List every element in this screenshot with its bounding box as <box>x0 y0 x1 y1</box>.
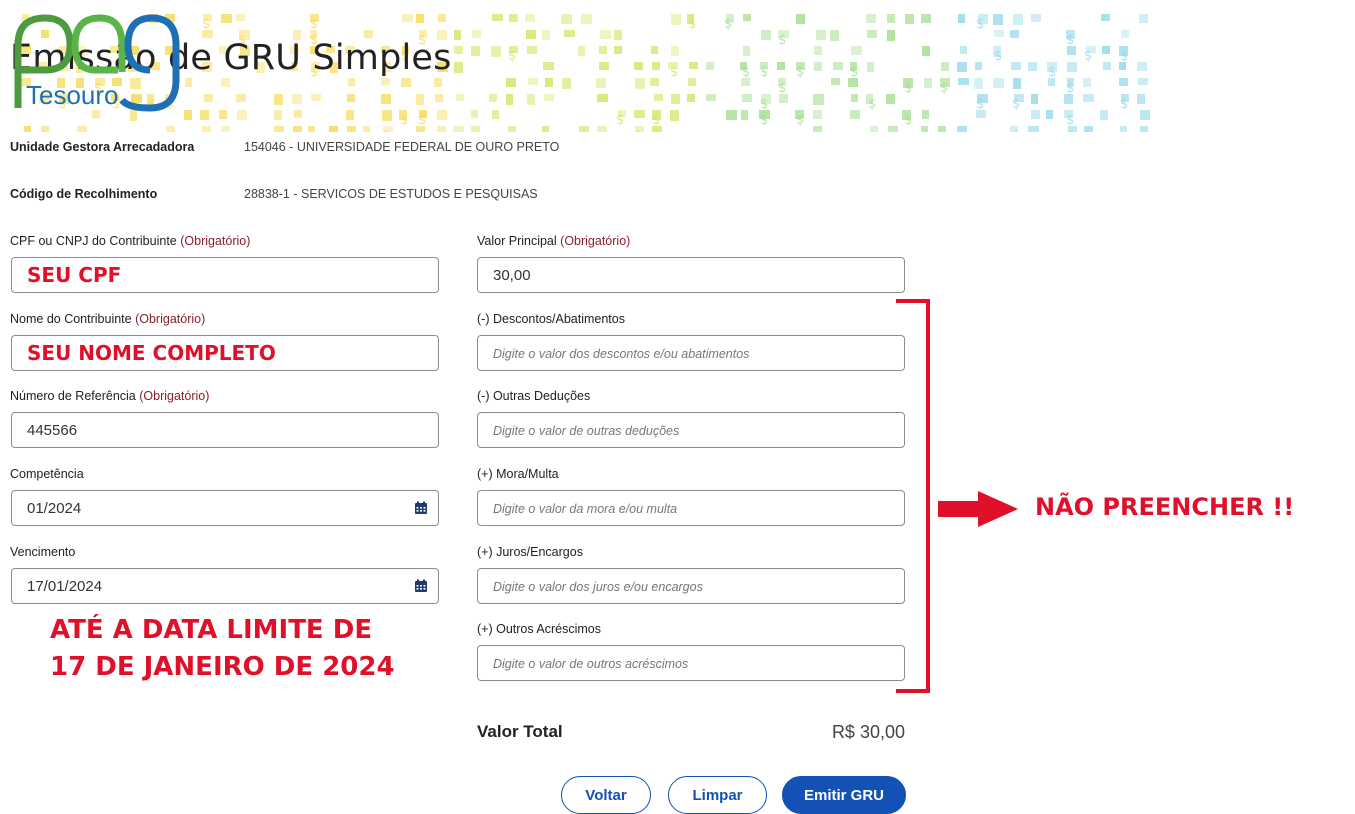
limpar-button[interactable]: Limpar <box>668 776 767 814</box>
total-value: R$ 30,00 <box>831 722 905 742</box>
header-banner: $ $ $ $ $ $ $ $ $ $ $ $ $ $ $ $ $ $ $ $ $ $ $ $ $ $ $ $ $ $ $ $ $ $ $ $ $ $ $ $… <box>0 0 1355 132</box>
cpf-label: CPF ou CNPJ do Contribuinte (Obrigatório… <box>10 234 251 248</box>
required-marker: (Obrigatório) <box>139 389 210 403</box>
svg-text:$: $ <box>364 129 372 132</box>
svg-text:$: $ <box>1084 129 1092 132</box>
info-value-codigo: 28838-1 - SERVICOS DE ESTUDOS E PESQUISA… <box>244 187 538 201</box>
acrescimos-input[interactable] <box>477 645 905 681</box>
descontos-label: (-) Descontos/Abatimentos <box>477 312 625 326</box>
svg-text:$: $ <box>40 129 48 132</box>
svg-text:$: $ <box>976 17 984 32</box>
mora-input[interactable] <box>477 490 905 526</box>
svg-text:$: $ <box>1084 49 1092 64</box>
calendar-icon[interactable] <box>414 579 428 593</box>
voltar-button[interactable]: Voltar <box>561 776 651 814</box>
juros-label: (+) Juros/Encargos <box>477 545 583 559</box>
svg-text:$: $ <box>724 17 732 32</box>
svg-text:$: $ <box>670 65 678 80</box>
svg-text:Tesouro: Tesouro <box>26 80 119 110</box>
svg-text:$: $ <box>976 97 984 112</box>
svg-text:$: $ <box>400 113 408 128</box>
svg-text:$: $ <box>616 113 624 128</box>
required-marker: (Obrigatório) <box>560 234 631 248</box>
svg-text:$: $ <box>994 49 1002 64</box>
svg-text:$: $ <box>760 97 768 112</box>
svg-text:$: $ <box>418 113 426 128</box>
required-marker: (Obrigatório) <box>135 312 206 326</box>
competencia-input[interactable] <box>11 490 439 526</box>
svg-text:$: $ <box>778 33 786 48</box>
svg-text:$: $ <box>742 65 750 80</box>
svg-text:$: $ <box>1012 97 1020 112</box>
valor-principal-label: Valor Principal (Obrigatório) <box>477 234 631 248</box>
svg-text:$: $ <box>1120 97 1128 112</box>
svg-text:$: $ <box>634 129 642 132</box>
svg-text:$: $ <box>1066 33 1074 48</box>
svg-text:$: $ <box>940 81 948 96</box>
svg-text:$: $ <box>382 129 390 132</box>
svg-text:$: $ <box>652 113 660 128</box>
svg-text:$: $ <box>796 65 804 80</box>
svg-text:$: $ <box>904 113 912 128</box>
svg-text:$: $ <box>796 113 804 128</box>
svg-text:$: $ <box>202 17 210 32</box>
svg-text:$: $ <box>1066 129 1074 132</box>
total-label: Valor Total <box>477 722 563 741</box>
svg-text:$: $ <box>688 17 696 32</box>
deadline-annotation-line1: ATÉ A DATA LIMITE DE <box>50 615 373 645</box>
svg-text:$: $ <box>310 17 318 32</box>
bracket-annotation <box>896 299 930 693</box>
descontos-input[interactable] <box>477 335 905 371</box>
acrescimos-label: (+) Outros Acréscimos <box>477 622 601 636</box>
svg-text:$: $ <box>1066 81 1074 96</box>
competencia-label: Competência <box>10 467 84 481</box>
referencia-input[interactable] <box>11 412 439 448</box>
info-label-codigo: Código de Recolhimento <box>10 187 158 201</box>
svg-text:$: $ <box>508 49 516 64</box>
deducoes-label: (-) Outras Deduções <box>477 389 591 403</box>
svg-text:$: $ <box>1066 113 1074 128</box>
required-marker: (Obrigatório) <box>180 234 251 248</box>
info-value-ug: 154046 - UNIVERSIDADE FEDERAL DE OURO PR… <box>244 140 560 154</box>
calendar-icon[interactable] <box>414 501 428 515</box>
svg-text:$: $ <box>850 65 858 80</box>
cpf-input[interactable] <box>11 257 439 293</box>
do-not-fill-annotation: NÃO PREENCHER !! <box>1035 493 1295 521</box>
svg-text:$: $ <box>760 113 768 128</box>
svg-text:$: $ <box>760 65 768 80</box>
svg-text:$: $ <box>778 81 786 96</box>
mora-label: (+) Mora/Multa <box>477 467 559 481</box>
svg-text:$: $ <box>868 97 876 112</box>
deducoes-input[interactable] <box>477 412 905 448</box>
svg-text:$: $ <box>1048 65 1056 80</box>
info-label-ug: Unidade Gestora Arrecadadora <box>10 140 195 154</box>
juros-input[interactable] <box>477 568 905 604</box>
vencimento-label: Vencimento <box>10 545 76 559</box>
pagtesouro-logo: Tesouro <box>14 14 180 112</box>
valor-principal-input[interactable] <box>477 257 905 293</box>
nome-label: Nome do Contribuinte (Obrigatório) <box>10 312 206 326</box>
svg-text:$: $ <box>1012 129 1020 132</box>
nome-input[interactable] <box>11 335 439 371</box>
referencia-label: Número de Referência (Obrigatório) <box>10 389 210 403</box>
svg-text:$: $ <box>1120 49 1128 64</box>
arrow-right-icon <box>938 491 1018 527</box>
vencimento-input[interactable] <box>11 568 439 604</box>
deadline-annotation-line2: 17 DE JANEIRO DE 2024 <box>50 652 395 682</box>
emitir-gru-button[interactable]: Emitir GRU <box>782 776 906 814</box>
svg-text:$: $ <box>904 81 912 96</box>
